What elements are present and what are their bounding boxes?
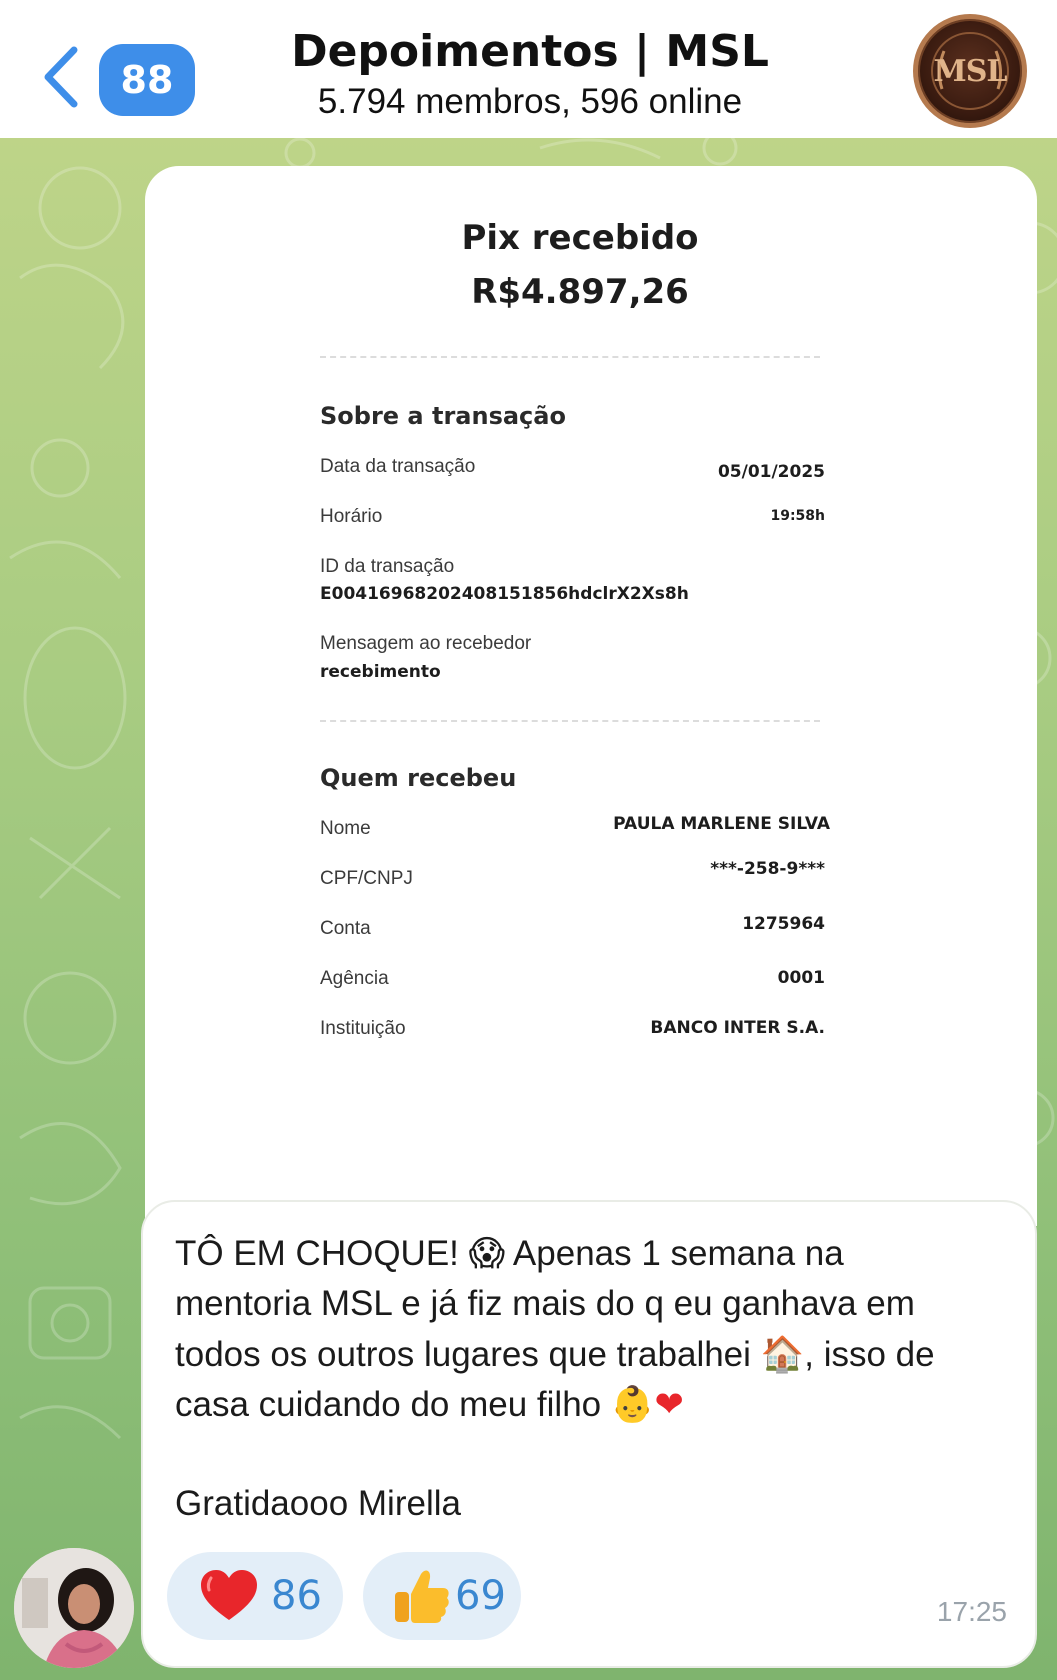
transaction-date-value: 05/01/2025	[717, 462, 825, 482]
recipient-account-value: 1275964	[742, 914, 825, 934]
recipient-agency-value: 0001	[777, 968, 825, 988]
message-line: TÔ EM CHOQUE! 😱 Apenas 1 semana na	[175, 1234, 844, 1274]
sender-photo	[14, 1548, 134, 1668]
transaction-id-label: ID da transação	[320, 556, 455, 577]
transaction-date-label: Data da transação	[320, 456, 476, 477]
chat-title[interactable]: Depoimentos | MSL	[230, 26, 830, 77]
group-avatar-logo-text: MSL	[933, 53, 1008, 89]
reaction-thumbs-up-count: 69	[455, 1573, 506, 1619]
recipient-account-label: Conta	[320, 918, 371, 939]
message-text: Apenas 1 semana na	[505, 1234, 844, 1273]
chat-header: 88 Depoimentos | MSL 5.794 membros, 596 …	[0, 0, 1057, 138]
message-text: , isso de	[804, 1335, 935, 1374]
chat-member-count: 5.794 membros, 596 online	[317, 82, 743, 121]
transaction-id-value: E00416968202408151856hdclrX2Xs8h	[320, 584, 689, 604]
group-avatar[interactable]: MSL	[913, 14, 1027, 128]
shocked-face-emoji-icon: 😱	[468, 1234, 506, 1274]
receipt-divider	[320, 356, 820, 358]
reaction-thumbs-up-button[interactable]: 69	[363, 1552, 521, 1640]
reaction-heart-button[interactable]: 86	[167, 1552, 343, 1640]
recipient-message-value: recebimento	[320, 662, 441, 682]
heart-icon	[201, 1570, 257, 1620]
reaction-heart-count: 86	[271, 1573, 322, 1619]
receipt-amount: R$4.897,26	[471, 272, 689, 312]
transaction-section-heading: Sobre a transação	[320, 402, 566, 430]
message-text: todos os outros lugares que trabalhei	[175, 1335, 761, 1374]
receipt-divider	[320, 720, 820, 722]
recipient-section-heading: Quem recebeu	[320, 764, 517, 792]
recipient-institution-value: BANCO INTER S.A.	[650, 1018, 825, 1038]
message-text: casa cuidando do meu filho	[175, 1385, 611, 1424]
message-line: todos os outros lugares que trabalhei 🏠,…	[175, 1334, 935, 1375]
baby-emoji-icon: 👶	[610, 1385, 655, 1425]
message-signature: Gratidaooo Mirella	[175, 1484, 461, 1523]
transaction-time-value: 19:58h	[770, 508, 825, 524]
transaction-time-label: Horário	[320, 506, 383, 527]
message-timestamp: 17:25	[936, 1596, 1007, 1627]
back-chevron-icon[interactable]	[40, 44, 82, 110]
message-text: TÔ EM CHOQUE!	[175, 1234, 469, 1273]
receipt-image-bubble[interactable]: Pix recebido R$4.897,26 Sobre a transaçã…	[145, 166, 1037, 1226]
recipient-name-label: Nome	[320, 818, 371, 839]
message-bubble[interactable]: TÔ EM CHOQUE! 😱 Apenas 1 semana na mento…	[141, 1200, 1037, 1668]
recipient-name-value: PAULA MARLENE SILVA	[613, 814, 830, 834]
recipient-message-label: Mensagem ao recebedor	[320, 633, 532, 654]
recipient-cpf-label: CPF/CNPJ	[320, 868, 413, 889]
recipient-cpf-value: ***-258-9***	[710, 859, 825, 879]
message-line: casa cuidando do meu filho 👶❤	[175, 1384, 684, 1425]
unread-count-badge[interactable]: 88	[99, 44, 195, 116]
heart-emoji-icon: ❤	[654, 1385, 684, 1425]
recipient-agency-label: Agência	[320, 968, 389, 989]
sender-avatar[interactable]	[14, 1548, 134, 1668]
receipt-title: Pix recebido	[461, 218, 699, 258]
thumbs-up-icon	[395, 1570, 449, 1623]
house-emoji-icon: 🏠	[760, 1335, 805, 1375]
message-line: mentoria MSL e já fiz mais do q eu ganha…	[175, 1284, 915, 1323]
recipient-institution-label: Instituição	[320, 1018, 406, 1039]
